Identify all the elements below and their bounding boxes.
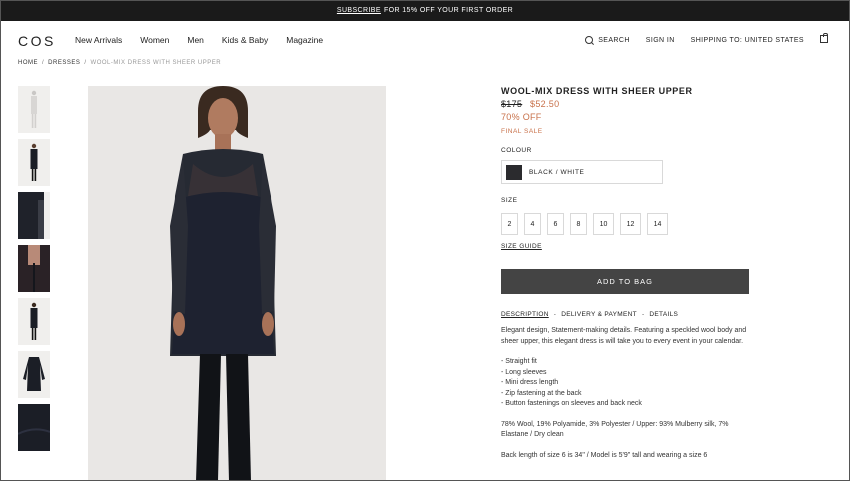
product-info: WOOL-MIX DRESS WITH SHEER UPPER $175 $52… — [501, 86, 751, 459]
site-header: COS New Arrivals Women Men Kids & Baby M… — [0, 21, 850, 59]
model-figure-icon — [31, 90, 37, 128]
feature-item: - Mini dress length — [501, 379, 559, 386]
product-title: WOOL-MIX DRESS WITH SHEER UPPER — [501, 86, 693, 96]
thumbnail-7[interactable] — [18, 404, 50, 451]
size-option-8[interactable]: 8 — [570, 213, 587, 235]
add-to-bag-button[interactable]: ADD TO BAG — [501, 269, 749, 294]
fit-text: Back length of size 6 is 34" / Model is … — [501, 451, 708, 459]
tab-delivery-payment[interactable]: DELIVERY & PAYMENT — [561, 311, 637, 318]
product-description: Elegant design, Statement-making details… — [501, 326, 751, 471]
size-option-6[interactable]: 6 — [547, 213, 564, 235]
model-figure-icon — [30, 143, 38, 181]
promo-text: FOR 15% OFF YOUR FIRST ORDER — [383, 7, 514, 14]
search-label: SEARCH — [598, 36, 630, 44]
tab-description[interactable]: DESCRIPTION — [501, 311, 549, 318]
size-option-10[interactable]: 10 — [593, 213, 614, 235]
price-row: $175 $52.50 — [501, 99, 751, 109]
shipping-selector[interactable]: SHIPPING TO: UNITED STATES — [691, 37, 804, 44]
thumbnail-2[interactable] — [18, 139, 50, 186]
thumbnail-list — [18, 86, 50, 457]
nav-magazine[interactable]: Magazine — [286, 35, 323, 45]
breadcrumb-separator: / — [84, 60, 87, 66]
fabric-detail-icon — [18, 428, 50, 435]
size-option-2[interactable]: 2 — [501, 213, 518, 235]
breadcrumb: HOME / DRESSES / WOOL-MIX DRESS WITH SHE… — [18, 60, 221, 66]
thumbnail-1[interactable] — [18, 86, 50, 133]
feature-list: - Straight fit - Long sleeves - Mini dre… — [501, 357, 751, 410]
breadcrumb-dresses[interactable]: DRESSES — [48, 60, 80, 66]
sale-price: $52.50 — [530, 99, 560, 109]
utility-nav: SEARCH SIGN IN SHIPPING TO: UNITED STATE… — [569, 33, 828, 44]
thumbnail-3[interactable] — [18, 192, 50, 239]
size-option-12[interactable]: 12 — [620, 213, 641, 235]
feature-item: - Button fastenings on sleeves and back … — [501, 400, 642, 407]
model-figure-icon — [30, 302, 38, 340]
nav-new-arrivals[interactable]: New Arrivals — [75, 35, 122, 45]
colour-selector[interactable]: BLACK / WHITE — [501, 160, 663, 184]
breadcrumb-home[interactable]: HOME — [18, 60, 38, 66]
colour-label: COLOUR — [501, 147, 532, 154]
breadcrumb-separator: / — [42, 60, 45, 66]
sign-in-link[interactable]: SIGN IN — [646, 37, 675, 44]
model-image — [88, 86, 386, 481]
promo-bar: SUBSCRIBE FOR 15% OFF YOUR FIRST ORDER — [0, 0, 850, 21]
search-button[interactable]: SEARCH — [585, 36, 630, 44]
thumbnail-6[interactable] — [18, 351, 50, 398]
description-intro: Elegant design, Statement-making details… — [501, 327, 747, 345]
nav-men[interactable]: Men — [187, 35, 204, 45]
feature-item: - Zip fastening at the back — [501, 389, 582, 397]
main-nav: New Arrivals Women Men Kids & Baby Magaz… — [75, 35, 341, 45]
tab-details[interactable]: DETAILS — [649, 311, 678, 318]
size-option-4[interactable]: 4 — [524, 213, 541, 235]
feature-item: - Straight fit — [501, 358, 537, 365]
nav-women[interactable]: Women — [140, 35, 169, 45]
back-detail-icon — [18, 245, 50, 292]
thumbnail-5[interactable] — [18, 298, 50, 345]
sleeve-detail-icon — [18, 192, 44, 239]
tab-separator: - — [553, 311, 557, 318]
shopping-bag-icon — [820, 33, 828, 43]
colour-value: BLACK / WHITE — [529, 168, 585, 176]
feature-item: - Long sleeves — [501, 368, 547, 376]
colour-swatch — [506, 164, 522, 180]
discount-badge: 70% OFF — [501, 112, 542, 122]
subscribe-link[interactable]: SUBSCRIBE — [337, 7, 381, 14]
breadcrumb-current: WOOL-MIX DRESS WITH SHEER UPPER — [90, 60, 222, 66]
flat-lay-icon — [23, 357, 45, 391]
original-price: $175 — [501, 99, 523, 109]
size-option-14[interactable]: 14 — [647, 213, 668, 235]
composition-text: 78% Wool, 19% Polyamide, 3% Polyester / … — [501, 420, 729, 439]
search-icon — [585, 36, 594, 44]
size-guide-link[interactable]: SIZE GUIDE — [501, 243, 542, 250]
size-label: SIZE — [501, 197, 518, 204]
product-tabs: DESCRIPTION - DELIVERY & PAYMENT - DETAI… — [501, 311, 678, 318]
thumbnail-4[interactable] — [18, 245, 50, 292]
product-main-image[interactable] — [88, 86, 386, 481]
nav-kids-baby[interactable]: Kids & Baby — [222, 35, 268, 45]
final-sale-label: FINAL SALE — [501, 128, 543, 135]
bag-button[interactable] — [820, 33, 828, 43]
brand-logo[interactable]: COS — [18, 33, 56, 49]
size-options: 2 4 6 8 10 12 14 — [501, 213, 674, 235]
tab-separator: - — [641, 311, 645, 318]
